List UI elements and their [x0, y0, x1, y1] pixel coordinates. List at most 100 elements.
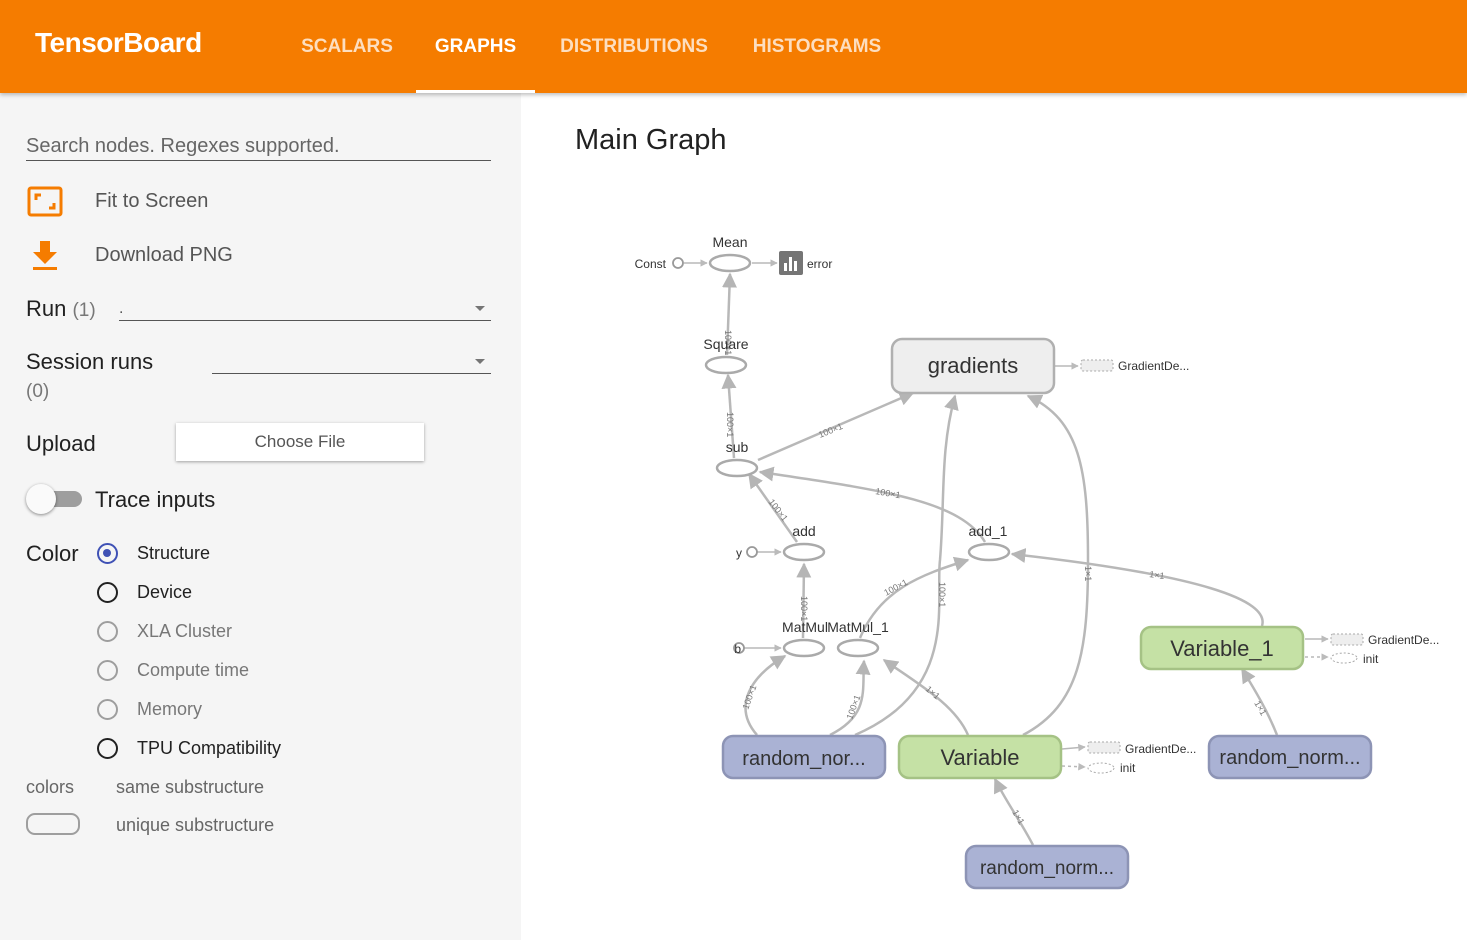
radio-label: Device [137, 582, 193, 602]
node-label: random_norm... [1219, 747, 1360, 769]
radio-unchecked-icon [97, 621, 118, 642]
node-label: MatMul_1 [827, 619, 889, 635]
run-count: (1) [72, 300, 96, 321]
radio-unchecked-icon [97, 699, 118, 720]
color-radio-tpu-compatibility[interactable]: TPU Compatibility [97, 738, 317, 764]
trace-inputs-label: Trace inputs [95, 487, 216, 512]
node-label: init [1120, 761, 1136, 775]
radio-label: Memory [137, 699, 203, 719]
node-label: init [1363, 652, 1379, 666]
meta-nodes[interactable] [721, 337, 1373, 890]
summary-icon[interactable] [779, 251, 803, 275]
edge [1061, 743, 1086, 752]
node-label: y [736, 546, 742, 560]
node-const [672, 257, 684, 269]
node-label: GradientDe... [1125, 742, 1196, 756]
init-mini-node [1087, 762, 1115, 774]
node-matmul [782, 638, 826, 658]
edge-label: 100×1 [725, 412, 735, 437]
radio-unchecked-icon [97, 582, 118, 603]
node-label: Const [635, 257, 667, 271]
color-radio-xla-cluster[interactable]: XLA Cluster [97, 621, 297, 647]
edge-label: 100×1 [817, 421, 844, 440]
run-dropdown[interactable]: . [119, 292, 491, 321]
top-app-bar: TensorBoard SCALARS GRAPHS DISTRIBUTIONS… [0, 0, 1467, 93]
node-y [746, 546, 758, 558]
node-label: random_norm... [980, 858, 1114, 879]
op-nodes[interactable] [704, 253, 1011, 658]
color-radio-memory[interactable]: Memory [97, 699, 297, 725]
tab-graphs[interactable]: GRAPHS [416, 0, 535, 93]
node-matmul-1 [836, 638, 880, 658]
color-radio-compute-time[interactable]: Compute time [97, 660, 297, 686]
search-nodes-input[interactable] [26, 133, 491, 161]
node-label: Square [703, 336, 748, 352]
edge-label: 1×1 [1252, 699, 1268, 717]
edge-label: 100×1 [766, 497, 789, 523]
radio-unchecked-icon [97, 660, 118, 681]
node-label: add [792, 523, 815, 539]
unique-substructure-label: unique substructure [116, 815, 275, 835]
fit-screen-icon [27, 186, 63, 217]
edge [854, 394, 959, 737]
node-label: sub [726, 439, 749, 455]
node-label: Variable_1 [1170, 636, 1274, 661]
node-label: b [734, 642, 741, 656]
tab-histograms[interactable]: HISTOGRAMS [733, 0, 901, 93]
color-radio-structure[interactable]: Structure [97, 543, 297, 569]
sidebar [0, 93, 521, 940]
download-png-button[interactable]: Download PNG [26, 238, 266, 274]
graph-canvas[interactable]: 100×1 100×1 100×1 100×1 100×1 100×1 100×… [521, 93, 1467, 940]
color-label: Color [26, 541, 79, 566]
edge-label: 1×1 [1149, 569, 1166, 581]
gradient-desc-mini-node [1080, 359, 1114, 372]
aux-nodes[interactable] [1080, 359, 1364, 774]
node-label: Variable [940, 745, 1019, 770]
radio-label: TPU Compatibility [137, 738, 282, 758]
node-label: MatMul [782, 619, 828, 635]
toggle-knob [26, 484, 56, 514]
node-add [782, 542, 826, 562]
radio-label: Compute time [137, 660, 250, 680]
download-png-label: Download PNG [95, 244, 233, 266]
color-radio-device[interactable]: Device [97, 582, 297, 608]
fit-to-screen-label: Fit to Screen [95, 190, 209, 212]
download-icon [33, 241, 57, 270]
active-tab-indicator [416, 90, 535, 93]
edge [1010, 548, 1264, 627]
session-runs-dropdown[interactable] [212, 345, 491, 374]
trace-inputs-toggle[interactable] [26, 484, 82, 514]
radio-unchecked-icon [97, 738, 118, 759]
edge-label: 100×1 [875, 486, 902, 500]
tab-distributions[interactable]: DISTRIBUTIONS [540, 0, 728, 93]
radio-label: XLA Cluster [137, 621, 233, 641]
node-sub [715, 458, 759, 478]
dropdown-caret-icon [475, 306, 485, 311]
dropdown-caret-icon [475, 359, 485, 364]
tab-scalars[interactable]: SCALARS [283, 0, 411, 93]
edge-label: 100×1 [740, 684, 758, 711]
choose-file-button[interactable]: Choose File [176, 423, 424, 461]
gradient-desc-mini-node [1330, 633, 1364, 646]
edge-label: 100×1 [882, 577, 909, 598]
radio-checked-icon [97, 543, 118, 564]
radio-label: Structure [137, 543, 211, 563]
fit-to-screen-button[interactable]: Fit to Screen [26, 184, 266, 220]
edge [1022, 394, 1090, 737]
colors-legend-label: colors [26, 777, 75, 797]
run-label: Run (1) [26, 296, 96, 322]
init-mini-node [1330, 652, 1358, 664]
node-square [704, 355, 748, 375]
node-mean [708, 253, 752, 273]
app-brand: TensorBoard [35, 27, 202, 58]
node-label: add_1 [969, 523, 1008, 539]
edge [1061, 762, 1086, 771]
unique-substructure-swatch [26, 813, 80, 835]
node-label: Mean [712, 234, 747, 250]
node-label: gradients [928, 353, 1019, 378]
run-label-text: Run [26, 296, 67, 321]
node-label: GradientDe... [1368, 633, 1439, 647]
constant-nodes[interactable] [672, 257, 758, 654]
node-label: random_nor... [742, 748, 865, 770]
node-label: error [807, 257, 832, 271]
